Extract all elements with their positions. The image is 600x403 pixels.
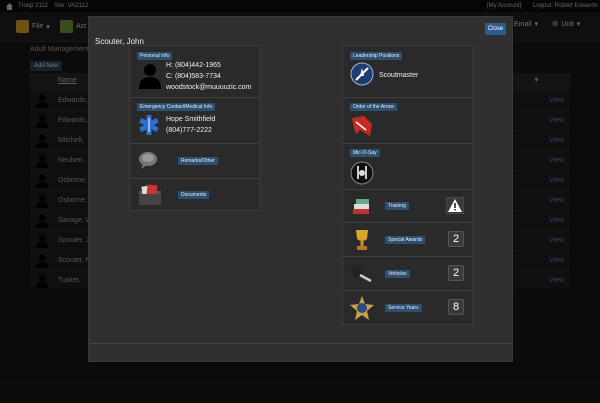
leadership-label: Leadership Positions xyxy=(350,52,403,60)
medical-star-of-life-icon xyxy=(138,114,160,138)
emergency-contact-phone: (804)777-2222 xyxy=(166,127,212,134)
documents-label[interactable]: Documents xyxy=(178,191,210,199)
books-icon xyxy=(351,196,373,220)
car-keys-icon xyxy=(350,263,375,287)
vehicles-label[interactable]: Vehicles xyxy=(385,270,410,278)
service-star-icon xyxy=(350,296,374,322)
personal-info-label: Personal Info xyxy=(137,52,173,60)
order-of-the-arrow-label: Order of the Arrow xyxy=(350,103,397,111)
special-awards-count: 2 xyxy=(448,231,464,247)
scout-emblem-icon xyxy=(350,62,374,88)
warning-icon xyxy=(445,196,465,216)
email-address[interactable]: woodstock@muuuuzic.com xyxy=(166,84,251,91)
training-label[interactable]: Training xyxy=(385,202,409,210)
documents-folder-icon xyxy=(138,184,162,208)
left-panel: Personal Info H: (804)442-1965 C: (804)5… xyxy=(129,45,260,211)
close-button[interactable]: Close xyxy=(485,23,506,35)
remarks-label[interactable]: Remarks/Other xyxy=(178,157,218,165)
emergency-contact-name: Hope Smithfield xyxy=(166,116,216,123)
documents-section[interactable]: Documents xyxy=(130,179,259,212)
arrowhead-icon xyxy=(350,114,374,140)
person-silhouette-icon xyxy=(138,62,162,91)
personal-info-section: Personal Info H: (804)442-1965 C: (804)5… xyxy=(130,46,259,98)
emergency-contact-label: Emergency Contact/Medical Info xyxy=(137,103,216,111)
training-section[interactable]: Training xyxy=(343,190,472,223)
mic-o-say-section[interactable]: Mic-O-Say xyxy=(343,144,472,190)
mic-o-say-icon xyxy=(350,161,374,187)
leadership-section: Leadership Positions Scoutmaster xyxy=(343,46,472,98)
speech-bubble-icon xyxy=(138,151,158,171)
service-years-section[interactable]: Service Years 8 xyxy=(343,291,472,326)
modal-footer-divider xyxy=(89,343,512,344)
mic-o-say-label: Mic-O-Say xyxy=(350,149,380,157)
trophy-icon xyxy=(351,228,373,254)
home-phone: H: (804)442-1965 xyxy=(166,62,221,69)
service-years-count: 8 xyxy=(448,299,464,315)
vehicles-count: 2 xyxy=(448,265,464,281)
right-panel: Leadership Positions Scoutmaster Order o… xyxy=(342,45,473,325)
emergency-contact-section: Emergency Contact/Medical Info Hope Smit… xyxy=(130,98,259,144)
special-awards-label[interactable]: Special Awards xyxy=(385,236,426,244)
order-of-the-arrow-section[interactable]: Order of the Arrow xyxy=(343,98,472,144)
member-detail-modal: Scouter, John Close Personal Info H: (80… xyxy=(88,16,513,362)
service-years-label[interactable]: Service Years xyxy=(385,304,422,312)
remarks-section[interactable]: Remarks/Other xyxy=(130,144,259,179)
leadership-position: Scoutmaster xyxy=(379,72,419,79)
special-awards-section[interactable]: Special Awards 2 xyxy=(343,223,472,257)
cell-phone: C: (804)583-7734 xyxy=(166,73,221,80)
vehicles-section[interactable]: Vehicles 2 xyxy=(343,257,472,291)
